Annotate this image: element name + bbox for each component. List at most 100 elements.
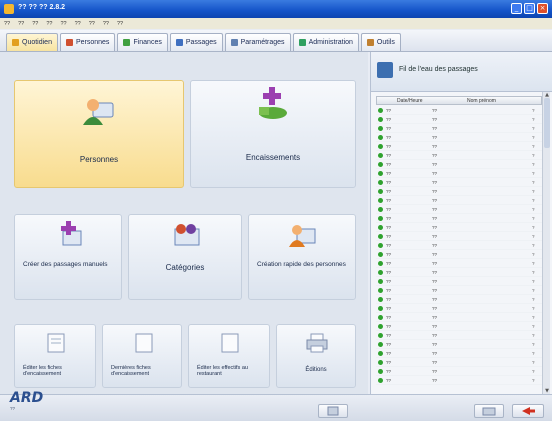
- printer-icon: [482, 407, 496, 416]
- list-item[interactable]: ?????: [376, 115, 542, 124]
- dernieres-fiches-label: Dernières fiches d'encaissement: [111, 365, 151, 377]
- editer-fiches-tile[interactable]: Éditer les fiches d'encaissement: [14, 324, 96, 388]
- refresh-button[interactable]: [318, 404, 348, 418]
- status-ok-icon: [378, 261, 383, 266]
- row-chevron: ?: [532, 117, 535, 122]
- menu-item[interactable]: ??: [32, 21, 38, 27]
- tab-parametrages[interactable]: Paramétrages: [224, 33, 291, 51]
- list-item[interactable]: ?????: [376, 250, 542, 259]
- status-ok-icon: [378, 342, 383, 347]
- print-button[interactable]: [474, 404, 504, 418]
- list-item[interactable]: ?????: [376, 214, 542, 223]
- list-item[interactable]: ?????: [376, 376, 542, 385]
- list-item[interactable]: ?????: [376, 295, 542, 304]
- list-item[interactable]: ?????: [376, 340, 542, 349]
- passages-list: Date/Heure Nom prénom ??????????????????…: [376, 96, 548, 421]
- minimize-icon[interactable]: _: [511, 3, 522, 14]
- maximize-icon[interactable]: □: [524, 3, 535, 14]
- list-item[interactable]: ?????: [376, 268, 542, 277]
- tab-quotidien[interactable]: Quotidien: [6, 33, 58, 51]
- row-name: ??: [432, 198, 438, 203]
- tab-administration[interactable]: Administration: [292, 33, 359, 51]
- menu-item[interactable]: ??: [4, 21, 10, 27]
- close-icon[interactable]: ×: [537, 3, 548, 14]
- menu-item[interactable]: ??: [117, 21, 123, 27]
- menu-item[interactable]: ??: [75, 21, 81, 27]
- editer-effectifs-tile[interactable]: Éditer les effectifs au restaurant: [188, 324, 270, 388]
- status-ok-icon: [378, 252, 383, 257]
- row-name: ??: [432, 243, 438, 248]
- list-item[interactable]: ?????: [376, 169, 542, 178]
- row-datetime: ??: [386, 297, 392, 302]
- scroll-thumb[interactable]: [544, 98, 550, 148]
- categories-tile[interactable]: Catégories: [128, 214, 242, 300]
- encaissements-tile[interactable]: Encaissements: [190, 80, 356, 188]
- add-passage-icon: [61, 221, 82, 246]
- creation-rapide-tile[interactable]: Création rapide des personnes: [248, 214, 356, 300]
- row-name: ??: [432, 297, 438, 302]
- col-date-header[interactable]: Date/Heure: [397, 98, 423, 104]
- document-icon: [135, 333, 153, 353]
- row-datetime: ??: [386, 108, 392, 113]
- tools-icon: [366, 39, 374, 46]
- menu-item[interactable]: ??: [89, 21, 95, 27]
- encaissements-label: Encaissements: [245, 153, 301, 162]
- row-chevron: ?: [532, 180, 535, 185]
- list-item[interactable]: ?????: [376, 205, 542, 214]
- menu-item[interactable]: ??: [61, 21, 67, 27]
- row-name: ??: [432, 324, 438, 329]
- list-item[interactable]: ?????: [376, 259, 542, 268]
- status-ok-icon: [378, 189, 383, 194]
- tab-passages[interactable]: Passages: [169, 33, 223, 51]
- list-item[interactable]: ?????: [376, 322, 542, 331]
- tab-personnes[interactable]: Personnes: [59, 33, 116, 51]
- list-item[interactable]: ?????: [376, 106, 542, 115]
- list-item[interactable]: ?????: [376, 187, 542, 196]
- list-item[interactable]: ?????: [376, 142, 542, 151]
- list-item[interactable]: ?????: [376, 160, 542, 169]
- tab-finances[interactable]: Finances: [117, 33, 168, 51]
- menu-item[interactable]: ??: [103, 21, 109, 27]
- list-scrollbar[interactable]: ▲ ▼: [542, 92, 550, 394]
- list-item[interactable]: ?????: [376, 196, 542, 205]
- creer-passages-tile[interactable]: Créer des passages manuels: [14, 214, 122, 300]
- list-item[interactable]: ?????: [376, 313, 542, 322]
- settings-icon: [230, 39, 238, 46]
- list-item[interactable]: ?????: [376, 367, 542, 376]
- status-ok-icon: [378, 171, 383, 176]
- list-item[interactable]: ?????: [376, 151, 542, 160]
- personnes-tile[interactable]: Personnes: [14, 80, 184, 188]
- status-ok-icon: [378, 225, 383, 230]
- menu-item[interactable]: ??: [46, 21, 52, 27]
- refresh-icon: [327, 406, 339, 416]
- row-name: ??: [432, 270, 438, 275]
- person-icon: [65, 39, 73, 46]
- status-ok-icon: [378, 297, 383, 302]
- menu-item[interactable]: ??: [18, 21, 24, 27]
- list-item[interactable]: ?????: [376, 304, 542, 313]
- dernieres-fiches-tile[interactable]: Dernières fiches d'encaissement: [102, 324, 182, 388]
- list-item[interactable]: ?????: [376, 133, 542, 142]
- list-item[interactable]: ?????: [376, 223, 542, 232]
- status-ok-icon: [378, 315, 383, 320]
- row-datetime: ??: [386, 288, 392, 293]
- list-item[interactable]: ?????: [376, 349, 542, 358]
- list-item[interactable]: ?????: [376, 241, 542, 250]
- window-title: ?? ?? ?? 2.8.2: [18, 4, 66, 11]
- row-datetime: ??: [386, 189, 392, 194]
- status-ok-icon: [378, 324, 383, 329]
- row-datetime: ??: [386, 270, 392, 275]
- list-item[interactable]: ?????: [376, 331, 542, 340]
- col-name-header[interactable]: Nom prénom: [467, 98, 496, 104]
- list-item[interactable]: ?????: [376, 178, 542, 187]
- row-chevron: ?: [532, 225, 535, 230]
- list-item[interactable]: ?????: [376, 358, 542, 367]
- exit-button[interactable]: [512, 404, 544, 418]
- list-item[interactable]: ?????: [376, 277, 542, 286]
- list-item[interactable]: ?????: [376, 124, 542, 133]
- editions-tile[interactable]: Éditions: [276, 324, 356, 388]
- row-datetime: ??: [386, 360, 392, 365]
- list-item[interactable]: ?????: [376, 286, 542, 295]
- list-item[interactable]: ?????: [376, 232, 542, 241]
- tab-outils[interactable]: Outils: [360, 33, 401, 51]
